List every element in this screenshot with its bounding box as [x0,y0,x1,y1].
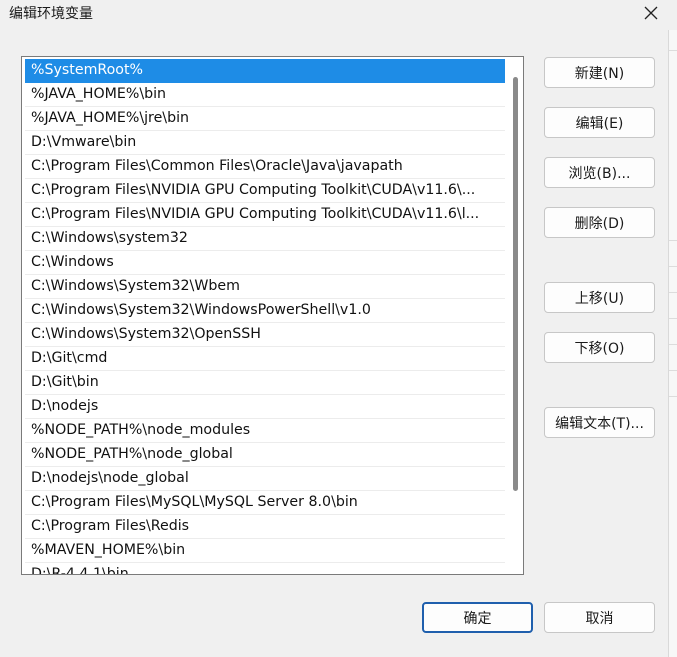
move-up-button[interactable]: 上移(U) [544,282,655,313]
edit-text-button[interactable]: 编辑文本(T)... [544,407,655,438]
vertical-scrollbar[interactable] [513,77,518,491]
list-item[interactable]: %JAVA_HOME%\bin [25,83,505,107]
new-button[interactable]: 新建(N) [544,57,655,88]
list-item[interactable]: %NODE_PATH%\node_modules [25,419,505,443]
close-button[interactable] [639,2,663,24]
path-list[interactable]: %SystemRoot% %JAVA_HOME%\bin %JAVA_HOME%\j… [21,56,524,575]
list-item[interactable]: C:\Windows\System32\WindowsPowerShell\v1… [25,299,505,323]
list-item-selected[interactable]: %SystemRoot% [25,59,505,83]
list-item[interactable]: C:\Program Files\NVIDIA GPU Computing To… [25,179,505,203]
list-item[interactable]: D:\Git\cmd [25,347,505,371]
list-item[interactable]: C:\Program Files\MySQL\MySQL Server 8.0\… [25,491,505,515]
list-item[interactable]: %JAVA_HOME%\jre\bin [25,107,505,131]
list-item[interactable]: D:\nodejs\node_global [25,467,505,491]
list-item[interactable]: C:\Program Files\NVIDIA GPU Computing To… [25,203,505,227]
window-title: 编辑环境变量 [9,6,93,22]
list-item[interactable]: %MAVEN_HOME%\bin [25,539,505,563]
background-window-edge [668,30,677,657]
list-item[interactable]: %NODE_PATH%\node_global [25,443,505,467]
list-item[interactable]: C:\Windows\System32\OpenSSH [25,323,505,347]
title-bar: 编辑环境变量 [0,0,677,28]
cancel-button[interactable]: 取消 [544,602,655,633]
ok-button[interactable]: 确定 [422,602,533,633]
browse-button[interactable]: 浏览(B)... [544,157,655,188]
list-item[interactable]: D:\R-4.4.1\bin [25,563,505,574]
list-item[interactable]: C:\Windows\System32\Wbem [25,275,505,299]
move-down-button[interactable]: 下移(O) [544,332,655,363]
list-item[interactable]: C:\Windows\system32 [25,227,505,251]
list-item[interactable]: D:\Vmware\bin [25,131,505,155]
list-item[interactable]: C:\Program Files\Redis [25,515,505,539]
path-list-items: %SystemRoot% %JAVA_HOME%\bin %JAVA_HOME%\j… [25,59,505,574]
list-item[interactable]: D:\Git\bin [25,371,505,395]
list-item[interactable]: C:\Windows [25,251,505,275]
delete-button[interactable]: 删除(D) [544,207,655,238]
edit-button[interactable]: 编辑(E) [544,107,655,138]
list-item[interactable]: D:\nodejs [25,395,505,419]
close-icon [644,6,658,20]
list-item[interactable]: C:\Program Files\Common Files\Oracle\Jav… [25,155,505,179]
